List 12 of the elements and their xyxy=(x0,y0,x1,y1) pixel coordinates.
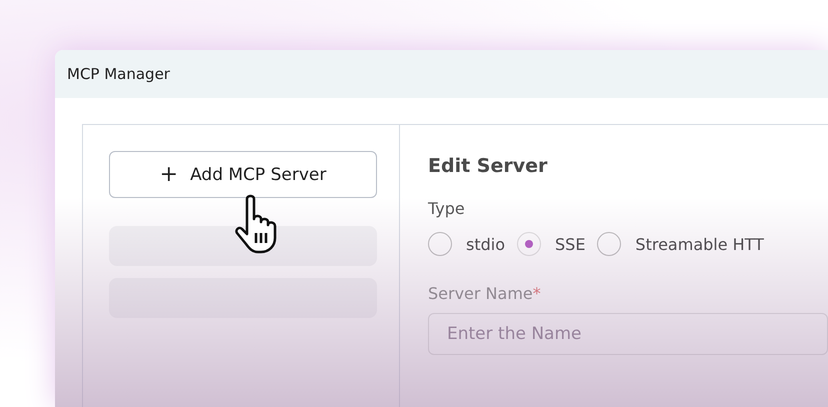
radio-button[interactable] xyxy=(517,232,541,256)
radio-label: SSE xyxy=(555,234,586,254)
radio-button[interactable] xyxy=(428,232,452,256)
name-input-field[interactable]: Enter the Name xyxy=(428,313,828,355)
radio-button[interactable] xyxy=(597,232,622,256)
radio-label: Streamable HTT xyxy=(635,234,764,254)
radio-label: stdio xyxy=(466,234,505,254)
section-heading: Edit Server xyxy=(428,155,548,177)
add-server-button[interactable]: + Add MCP Server xyxy=(109,151,377,198)
field-label: Server Name* xyxy=(428,284,541,303)
field-label: Type xyxy=(428,199,465,218)
window-title: MCP Manager xyxy=(55,50,828,98)
